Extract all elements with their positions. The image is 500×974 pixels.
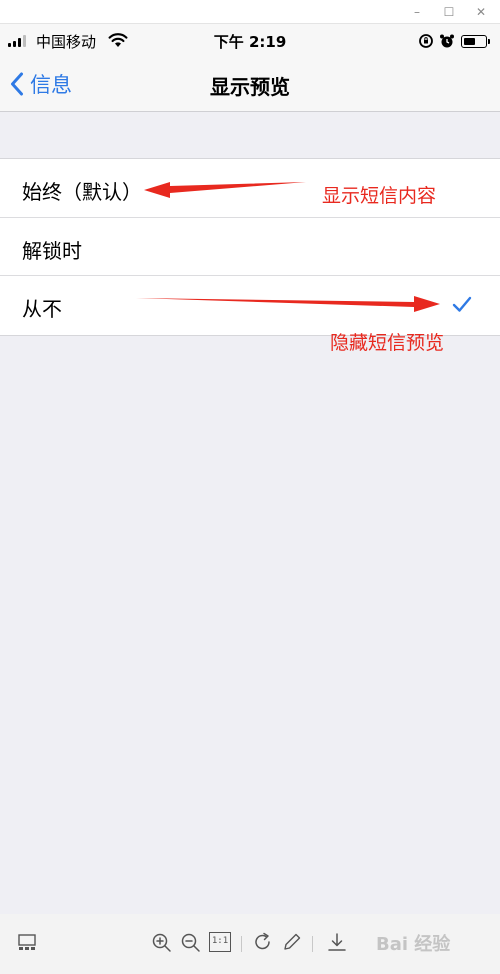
toolbar-divider xyxy=(241,936,242,952)
thumbnail-icon[interactable] xyxy=(16,931,38,953)
annotation-arrow-right xyxy=(136,296,440,312)
option-label: 解锁时 xyxy=(22,238,82,263)
maximize-button[interactable]: ☐ xyxy=(440,3,458,21)
battery-icon xyxy=(461,35,487,48)
actual-size-icon[interactable]: 1:1 xyxy=(209,932,231,952)
option-label: 从不 xyxy=(22,297,62,321)
zoom-out-icon[interactable] xyxy=(179,931,201,953)
navigation-bar: 信息 显示预览 xyxy=(0,58,500,112)
option-when-unlocked[interactable]: 解锁时 xyxy=(0,218,500,276)
annotation-hide-preview: 隐藏短信预览 xyxy=(330,332,445,354)
annotation-show-content: 显示短信内容 xyxy=(322,185,437,207)
battery-cap xyxy=(488,39,490,44)
viewer-title-bar: – ☐ ✕ xyxy=(0,0,500,24)
close-button[interactable]: ✕ xyxy=(472,3,490,21)
watermark: Bai 经验 xyxy=(376,934,451,955)
page-title: 显示预览 xyxy=(210,75,290,99)
download-icon[interactable] xyxy=(326,931,348,953)
zoom-in-icon[interactable] xyxy=(150,931,172,953)
viewer-toolbar: 1:1 Bai 经验 xyxy=(0,914,500,974)
battery-level xyxy=(463,37,475,45)
minimize-button[interactable]: – xyxy=(408,3,426,21)
rotation-lock-icon xyxy=(419,34,433,48)
rotate-icon[interactable] xyxy=(252,931,274,953)
toolbar-divider xyxy=(312,936,313,952)
checkmark-icon xyxy=(452,296,472,312)
edit-icon[interactable] xyxy=(281,931,303,953)
status-bar: 中国移动 下午 2:19 xyxy=(0,24,500,58)
annotation-arrow-left xyxy=(144,182,306,198)
option-label: 始终（默认） xyxy=(22,180,142,204)
alarm-icon xyxy=(440,34,454,48)
